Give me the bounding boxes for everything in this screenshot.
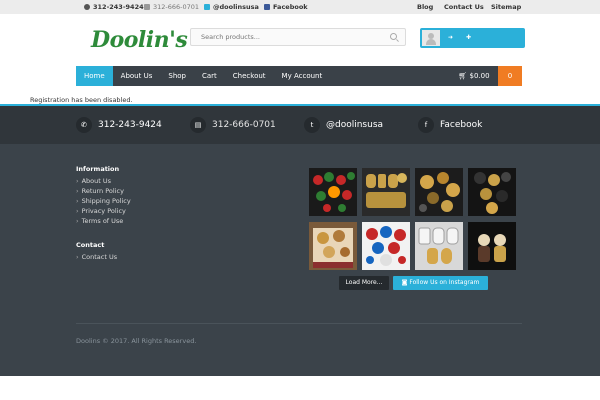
nav-cart[interactable]: Cart <box>194 66 225 86</box>
search-icon[interactable] <box>390 33 397 40</box>
register-icon[interactable]: ✚ <box>466 34 471 41</box>
instagram-icon: ◙ <box>401 279 408 286</box>
instagram-photo[interactable] <box>362 222 410 270</box>
printer-icon: ▤ <box>190 117 206 133</box>
footer-link-terms-of-use[interactable]: Terms of Use <box>76 216 131 226</box>
topbar-phone[interactable]: 312-243-9424 <box>84 3 144 11</box>
black-gold-balloons-image <box>468 168 516 216</box>
instagram-photo[interactable] <box>309 222 357 270</box>
account-widget[interactable]: ➜ ✚ <box>420 28 525 48</box>
gold-balloons-image <box>415 168 463 216</box>
avatar[interactable] <box>422 30 440 46</box>
instagram-photo[interactable] <box>468 222 516 270</box>
colorful-balloons-image <box>362 222 410 270</box>
footer-link-shipping-policy[interactable]: Shipping Policy <box>76 196 131 206</box>
page-bottom <box>0 376 600 400</box>
twitter-icon: t <box>304 117 320 133</box>
information-heading: Information <box>76 165 120 173</box>
instagram-photo[interactable] <box>415 168 463 216</box>
cart-icon: 🛒︎ <box>458 72 468 80</box>
phone-icon <box>84 4 90 10</box>
nav-checkout[interactable]: Checkout <box>225 66 274 86</box>
instagram-photo[interactable] <box>362 168 410 216</box>
load-more-button[interactable]: Load More... <box>339 276 389 290</box>
contact-us-link[interactable]: Contact Us <box>444 3 484 11</box>
topbar-fax: 312-666-0701 <box>144 3 199 11</box>
contact-bar: ✆ 312-243-9424 ▤ 312-666-0701 t @doolins… <box>0 104 600 144</box>
top-bar: 312-243-9424 312-666-0701 @doolinsusa Fa… <box>0 0 600 14</box>
contact-bar-facebook[interactable]: f Facebook <box>418 117 482 133</box>
contact-heading: Contact <box>76 241 105 249</box>
contact-bar-phone[interactable]: ✆ 312-243-9424 <box>76 117 162 133</box>
fax-icon <box>144 4 150 10</box>
contact-links: Contact Us <box>76 252 118 262</box>
site-logo[interactable]: Doolin's <box>91 27 188 53</box>
nav-my-account[interactable]: My Account <box>274 66 331 86</box>
silver-letter-balloons-image <box>415 222 463 270</box>
login-icon[interactable]: ➜ <box>448 34 453 41</box>
information-links: About Us Return Policy Shipping Policy P… <box>76 176 131 226</box>
nav-about-us[interactable]: About Us <box>113 66 161 86</box>
balloons-image <box>309 168 357 216</box>
instagram-grid <box>309 168 516 270</box>
twitter-icon <box>204 4 210 10</box>
contact-bar-fax: ▤ 312-666-0701 <box>190 117 276 133</box>
contact-bar-twitter[interactable]: t @doolinsusa <box>304 117 383 133</box>
facebook-icon: f <box>418 117 434 133</box>
instagram-photo[interactable] <box>309 168 357 216</box>
sitemap-link[interactable]: Sitemap <box>491 3 521 11</box>
follow-instagram-button[interactable]: ◙ Follow Us on Instagram <box>393 276 488 290</box>
instagram-photo[interactable] <box>415 222 463 270</box>
food-tray-image <box>309 222 357 270</box>
phone-icon: ✆ <box>76 117 92 133</box>
cart-count-badge[interactable]: 0 <box>498 66 522 86</box>
nav-home[interactable]: Home <box>76 66 113 86</box>
footer-link-privacy-policy[interactable]: Privacy Policy <box>76 206 131 216</box>
gold-letter-balloons-image <box>362 168 410 216</box>
nav-shop[interactable]: Shop <box>160 66 194 86</box>
footer-divider <box>76 323 522 324</box>
footer-link-return-policy[interactable]: Return Policy <box>76 186 131 196</box>
footer-link-contact-us[interactable]: Contact Us <box>76 252 118 262</box>
footer-link-about-us[interactable]: About Us <box>76 176 131 186</box>
figurines-image <box>468 222 516 270</box>
facebook-icon <box>264 4 270 10</box>
cart-total-button[interactable]: 🛒︎ $0.00 <box>450 66 498 86</box>
copyright: Doolins © 2017. All Rights Reserved. <box>76 337 197 345</box>
search-input[interactable] <box>191 29 381 45</box>
instagram-photo[interactable] <box>468 168 516 216</box>
blog-link[interactable]: Blog <box>417 3 433 11</box>
topbar-twitter[interactable]: @doolinsusa <box>204 3 259 11</box>
registration-notice: Registration has been disabled. <box>30 96 133 104</box>
search-box <box>190 28 406 46</box>
topbar-facebook[interactable]: Facebook <box>264 3 308 11</box>
